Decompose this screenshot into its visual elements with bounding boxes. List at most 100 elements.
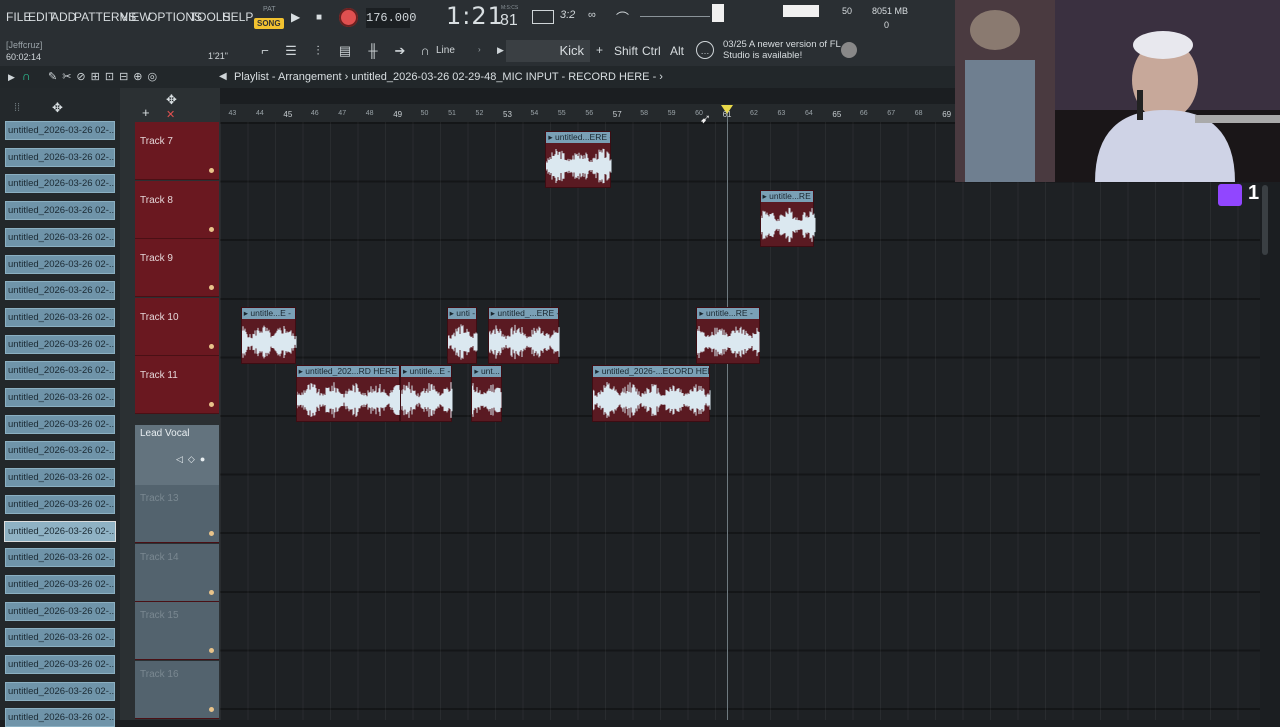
browser-clip-item[interactable]: untitled_2026-03-26 02-... <box>5 574 115 594</box>
browser-clip-item[interactable]: untitled_2026-03-26 02-... <box>5 388 115 407</box>
browser-clip-item[interactable]: untitled_2026-03-26 02-... <box>5 628 115 648</box>
track-header-grey[interactable]: Track 16 <box>135 660 219 719</box>
speaker-icon[interactable]: ◀ <box>219 71 227 82</box>
play-arrow-icon[interactable]: ▶ <box>497 45 504 56</box>
browser-clip-item[interactable]: untitled_2026-03-26 02-... <box>5 361 115 381</box>
modifier-key-ctrl[interactable]: Ctrl <box>642 44 661 58</box>
loop-record-icon[interactable]: ∞ <box>588 9 596 21</box>
track-header[interactable]: Track 7 <box>135 122 219 180</box>
delete-track-icon[interactable]: ✕ <box>166 108 175 121</box>
clip-title: ▸ untitle...RE - <box>760 190 814 202</box>
browser-clip-item[interactable]: untitled_2026-03-26 02-... <box>5 254 115 274</box>
audio-clip[interactable]: ▸ untitle...E - <box>240 306 297 364</box>
track-dot <box>209 226 214 232</box>
audio-clip[interactable]: ▸ unt... - <box>471 365 502 423</box>
browser-clip-item[interactable]: untitled_2026-03-26 02-... <box>5 334 115 354</box>
ruler-tick-label: 60 <box>695 110 703 117</box>
browser-clip-item[interactable]: untitled_2026-03-26 02-... <box>5 494 115 514</box>
lead-vocal-controls-icon[interactable]: ◁◇● <box>176 454 210 465</box>
browser-clip-item[interactable]: untitled_2026-03-26 02-... <box>5 441 115 461</box>
pat-label: PAT <box>263 6 276 13</box>
playlist-tools-icons[interactable]: ✎✂⊘⊞⊡⊟⊕◎ <box>48 70 162 83</box>
track-header[interactable]: Track 8 <box>135 180 219 239</box>
browser-clip-item[interactable]: untitled_2026-03-26 02-... <box>4 520 116 542</box>
browser-clip-item[interactable]: untitled_2026-03-26 02-... <box>5 414 115 434</box>
add-track-icon[interactable]: + <box>142 105 150 120</box>
track-dot <box>209 168 214 173</box>
browser-clip-item[interactable]: untitled_2026-03-26 02-... <box>5 601 115 621</box>
ruler-tick-label: 47 <box>338 110 347 117</box>
channel-rack-icon[interactable]: ⫶ <box>309 42 327 60</box>
audio-clip[interactable]: ▸ untitled_...ERE - <box>487 306 560 364</box>
record-button[interactable] <box>339 8 358 27</box>
playlist-icon[interactable]: ☰ <box>282 42 300 60</box>
menu-item-add[interactable]: ADD <box>51 10 76 24</box>
audio-clip[interactable]: ▸ untitle...RE - <box>759 189 816 247</box>
modifier-key-alt[interactable]: Alt <box>670 44 684 58</box>
audio-clip[interactable]: ▸ untitle...E - <box>399 365 453 423</box>
browser-clip-item[interactable]: untitled_2026-03-26 02-... <box>5 201 115 221</box>
menu-arrow-icon[interactable]: ▶ <box>8 72 15 83</box>
playhead[interactable] <box>726 110 728 720</box>
menu-item-help[interactable]: HELP <box>222 10 253 24</box>
track-header[interactable]: Track 9 <box>135 239 219 298</box>
track-header-grey[interactable]: Track 14 <box>135 543 219 602</box>
browser-clip-item[interactable]: untitled_2026-03-26 02-... <box>5 681 115 701</box>
metronome-icon[interactable]: ⌒ <box>616 8 629 27</box>
master-pitch-slider[interactable] <box>640 16 710 17</box>
audio-clip[interactable]: ▸ untitled...ERE - <box>545 131 612 188</box>
browser-clip-item[interactable]: untitled_2026-03-26 02-... <box>5 227 115 247</box>
browser-clip-item[interactable]: untitled_2026-03-26 02-... <box>5 655 115 674</box>
browser-clip-item[interactable]: untitled_2026-03-26 02-... <box>5 548 115 568</box>
play-button[interactable]: ▶ <box>291 10 300 24</box>
arrow-right-icon[interactable]: ➔ <box>391 42 409 60</box>
magnet-icon[interactable]: ∩ <box>416 42 434 60</box>
ruler-tick-label: 44 <box>255 110 264 117</box>
mixer-icon[interactable]: ╫ <box>364 42 382 60</box>
track-header-grey[interactable]: Track 15 <box>135 602 219 661</box>
audio-clip[interactable]: ▸ untitled_202...RD HERE - <box>295 365 401 423</box>
browser-clip-item[interactable]: untitled_2026-03-26 02-... <box>5 174 115 194</box>
step-edit-icon[interactable]: 3:2 <box>560 9 575 21</box>
track-header[interactable]: Track 10 <box>135 297 219 356</box>
browser-clip-item[interactable]: untitled_2026-03-26 02-... <box>5 468 115 488</box>
browser-clip-item[interactable]: untitled_2026-03-26 02-... <box>5 121 115 140</box>
clip-waveform <box>592 380 711 419</box>
fl-studio-icon[interactable] <box>841 42 857 58</box>
twitch-icon <box>1218 184 1242 206</box>
browser-grip-icon[interactable]: ⁞⁞ <box>14 102 20 114</box>
song-time-display[interactable]: 1:21 <box>446 2 504 30</box>
browser-clip-item[interactable]: untitled_2026-03-26 02-... <box>5 147 115 167</box>
browser-clip-item[interactable]: untitled_2026-03-26 02-... <box>5 708 115 727</box>
snap-arrow-icon[interactable]: › <box>478 45 481 54</box>
audio-clip[interactable]: ▸ untitled_2026-...ECORD HERE - <box>592 365 711 423</box>
track-header-grey[interactable]: Track 13 <box>135 485 219 543</box>
vertical-scrollbar[interactable] <box>1262 185 1268 255</box>
keyboard-icon[interactable] <box>532 10 554 24</box>
snap-selector[interactable]: Line <box>436 45 455 56</box>
news-icon[interactable]: … <box>696 41 714 59</box>
menu-item-view[interactable]: VIEW <box>120 10 151 24</box>
add-pattern-icon[interactable]: + <box>596 43 603 57</box>
audio-clip[interactable]: ▸ unti - <box>446 306 478 364</box>
browser-move-icon[interactable]: ✥ <box>52 100 63 116</box>
stop-button[interactable]: ■ <box>316 12 322 23</box>
modifier-key-shift[interactable]: Shift <box>614 44 638 58</box>
magnet-snap-icon[interactable]: ∩ <box>22 70 34 82</box>
ruler-tick-label: 68 <box>914 110 923 117</box>
browser-clip-item[interactable]: untitled_2026-03-26 02-... <box>5 281 115 301</box>
browser-clip-item[interactable]: untitled_2026-03-26 02-... <box>5 307 115 327</box>
pattern-selector[interactable]: Kick <box>506 40 590 62</box>
pat-song-toggle[interactable]: PAT SONG <box>254 6 284 32</box>
tempo-display[interactable]: 176.000 <box>366 8 416 28</box>
ruler-tick-label: 69 <box>942 110 952 119</box>
piano-roll-icon[interactable]: ▤ <box>336 42 354 60</box>
update-notice[interactable]: 03/25 A newer version of FL Studio is av… <box>723 39 843 61</box>
master-volume-knob[interactable] <box>712 4 724 22</box>
audio-clip[interactable]: ▸ untitle...RE - <box>696 306 760 364</box>
track-header[interactable]: Track 11 <box>135 356 219 415</box>
scroll-move-icon[interactable]: ✥ <box>166 92 177 108</box>
pattern-picker-icon[interactable]: ⌐ <box>256 42 274 60</box>
ruler-tick-label: 52 <box>475 110 484 117</box>
ruler-tick-label: 55 <box>557 110 566 117</box>
